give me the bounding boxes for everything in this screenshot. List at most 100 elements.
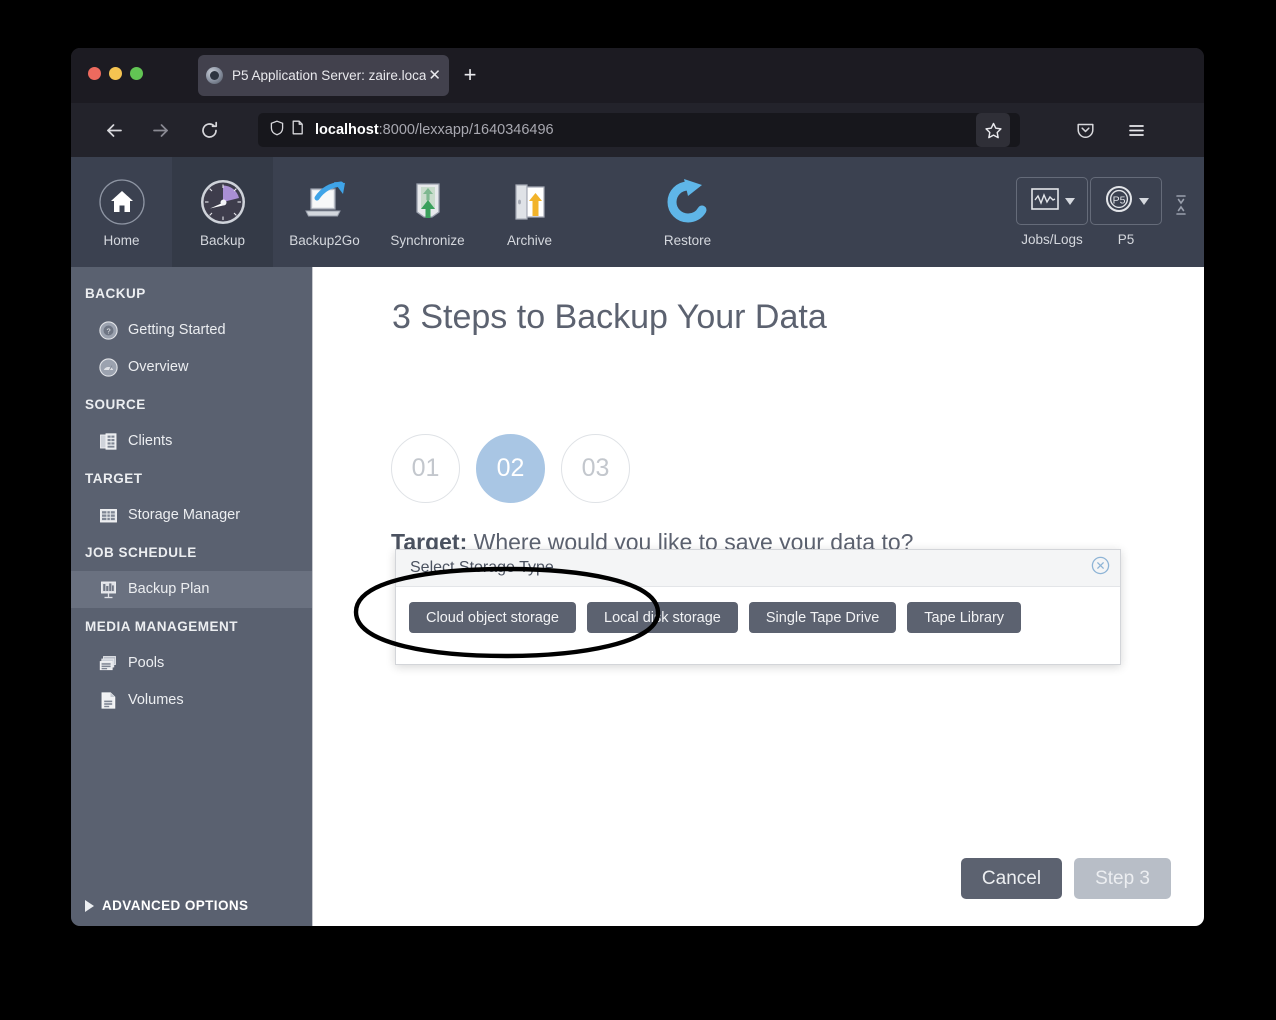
hamburger-menu-icon[interactable] — [1123, 117, 1149, 143]
sidebar-item-overview[interactable]: Overview — [71, 349, 312, 386]
sync-arrow-icon — [404, 177, 452, 227]
svg-text:P5: P5 — [1112, 194, 1125, 206]
toolbar-dropdown-p5[interactable]: P5 P5 — [1090, 177, 1162, 247]
toolbar-item-label: Backup2Go — [289, 232, 360, 248]
collapse-handle-icon[interactable] — [1168, 190, 1194, 220]
dialog-title: Select Storage Type — [410, 559, 554, 576]
home-icon — [98, 177, 146, 227]
sidebar-item-label: Clients — [128, 433, 173, 450]
url-text: localhost:8000/lexxapp/1640346496 — [315, 122, 976, 138]
toolbar-dropdown-label: P5 — [1117, 232, 1135, 248]
sidebar-group-title-backup: BACKUP — [85, 286, 146, 301]
window-maximize-button[interactable] — [130, 67, 143, 80]
chevron-down-icon — [1064, 197, 1075, 205]
sidebar-item-storage-manager[interactable]: Storage Manager — [71, 497, 312, 534]
reload-icon[interactable] — [192, 113, 226, 147]
toolbar-dropdown-label: Jobs/Logs — [1021, 232, 1083, 248]
browser-tab[interactable]: P5 Application Server: zaire.loca ✕ — [198, 55, 449, 96]
sidebar-advanced-options-label: ADVANCED OPTIONS — [102, 898, 249, 913]
window-traffic-lights — [88, 67, 143, 80]
storage-option-local-disk-storage[interactable]: Local disk storage — [587, 602, 738, 633]
step-circle-3[interactable]: 03 — [561, 434, 630, 503]
waveform-monitor-icon — [1030, 186, 1060, 217]
shield-icon — [268, 119, 286, 142]
toolbar-item-label: Home — [103, 232, 140, 248]
browser-nav-bar: localhost:8000/lexxapp/1640346496 — [71, 103, 1204, 157]
sidebar: BACKUP ? Getting Started Overview SOURCE… — [71, 267, 313, 926]
sidebar-group-title-job-schedule: JOB SCHEDULE — [85, 545, 197, 560]
step-circle-2[interactable]: 02 — [476, 434, 545, 503]
star-icon[interactable] — [976, 113, 1010, 147]
storage-option-cloud-object-storage[interactable]: Cloud object storage — [409, 602, 576, 633]
storage-option-single-tape-drive[interactable]: Single Tape Drive — [748, 602, 897, 633]
step-3-button[interactable]: Step 3 — [1074, 858, 1171, 899]
svg-text:?: ? — [106, 327, 110, 336]
toolbar-item-synchronize[interactable]: Synchronize — [376, 157, 479, 267]
volume-page-icon — [99, 691, 118, 710]
toolbar-right-group: Jobs/Logs P5 P5 — [1016, 157, 1204, 267]
browser-window: P5 Application Server: zaire.loca ✕ + lo… — [71, 48, 1204, 926]
pools-stack-icon — [99, 654, 118, 673]
sidebar-group-title-media-management: MEDIA MANAGEMENT — [85, 619, 238, 634]
question-badge-icon: ? — [99, 321, 118, 340]
sidebar-item-clients[interactable]: Clients — [71, 423, 312, 460]
window-close-button[interactable] — [88, 67, 101, 80]
sidebar-item-label: Storage Manager — [128, 507, 241, 524]
page-document-icon — [289, 119, 306, 141]
sidebar-item-volumes[interactable]: Volumes — [71, 682, 312, 719]
sidebar-group-title-target: TARGET — [85, 471, 143, 486]
chevron-down-icon — [1138, 197, 1149, 205]
step-circle-1[interactable]: 01 — [391, 434, 460, 503]
toolbar-item-label: Restore — [663, 232, 712, 248]
step-indicator: 01 02 03 — [391, 434, 630, 503]
url-bar[interactable]: localhost:8000/lexxapp/1640346496 — [258, 113, 1020, 147]
tab-close-icon[interactable]: ✕ — [428, 68, 441, 83]
pocket-icon[interactable] — [1072, 117, 1098, 143]
toolbar-item-label: Archive — [506, 232, 552, 248]
backup-plan-board-icon — [99, 580, 118, 599]
url-host: localhost — [315, 122, 379, 138]
dialog-body: Cloud object storage Local disk storage … — [396, 587, 1120, 648]
toolbar-item-restore[interactable]: Restore — [637, 157, 738, 267]
sidebar-group-title-source: SOURCE — [85, 397, 146, 412]
sidebar-advanced-options-toggle[interactable]: ADVANCED OPTIONS — [71, 898, 312, 913]
p5-logo-icon: P5 — [1104, 184, 1134, 219]
toolbar-item-label: Backup — [199, 232, 246, 248]
main-content: 3 Steps to Backup Your Data 01 02 03 Tar… — [313, 267, 1204, 926]
toolbar-item-archive[interactable]: Archive — [479, 157, 580, 267]
sidebar-item-getting-started[interactable]: ? Getting Started — [71, 312, 312, 349]
toolbar-item-backup[interactable]: Backup — [172, 157, 273, 267]
archive-door-icon — [506, 177, 554, 227]
sidebar-item-label: Backup Plan — [128, 581, 210, 598]
sidebar-item-label: Volumes — [128, 692, 184, 709]
cancel-button[interactable]: Cancel — [960, 858, 1063, 899]
overview-gauge-icon — [99, 358, 118, 377]
app-toolbar: Home Backup Backup2Go Synchronize Archiv… — [71, 157, 1204, 267]
page-title: 3 Steps to Backup Your Data — [392, 298, 827, 336]
clients-servers-icon — [99, 432, 118, 451]
speedometer-icon — [198, 177, 248, 227]
window-minimize-button[interactable] — [109, 67, 122, 80]
toolbar-item-backup2go[interactable]: Backup2Go — [273, 157, 376, 267]
sidebar-item-backup-plan[interactable]: Backup Plan — [71, 571, 312, 608]
p5-app-favicon-icon — [206, 67, 223, 84]
circle-x-close-icon[interactable] — [1091, 556, 1110, 580]
browser-tab-title: P5 Application Server: zaire.loca — [232, 68, 427, 83]
toolbar-item-label: Synchronize — [390, 232, 465, 248]
sidebar-item-label: Getting Started — [128, 322, 226, 339]
sidebar-item-pools[interactable]: Pools — [71, 645, 312, 682]
dialog-header: Select Storage Type — [396, 550, 1120, 587]
back-arrow-icon[interactable] — [97, 113, 131, 147]
forward-arrow-icon[interactable] — [143, 113, 177, 147]
select-storage-type-dialog: Select Storage Type Cloud object storage… — [395, 549, 1121, 665]
toolbar-dropdown-jobs-logs[interactable]: Jobs/Logs — [1016, 177, 1088, 247]
sidebar-item-label: Overview — [128, 359, 189, 376]
storage-manager-icon — [99, 506, 118, 525]
caret-right-icon — [85, 899, 94, 912]
url-path: :8000/lexxapp/1640346496 — [378, 122, 554, 138]
new-tab-button[interactable]: + — [456, 62, 484, 90]
toolbar-item-home[interactable]: Home — [71, 157, 172, 267]
app-body: BACKUP ? Getting Started Overview SOURCE… — [71, 267, 1204, 926]
storage-option-tape-library[interactable]: Tape Library — [907, 602, 1022, 633]
dialog-footer-buttons: Cancel Step 3 — [960, 858, 1171, 899]
